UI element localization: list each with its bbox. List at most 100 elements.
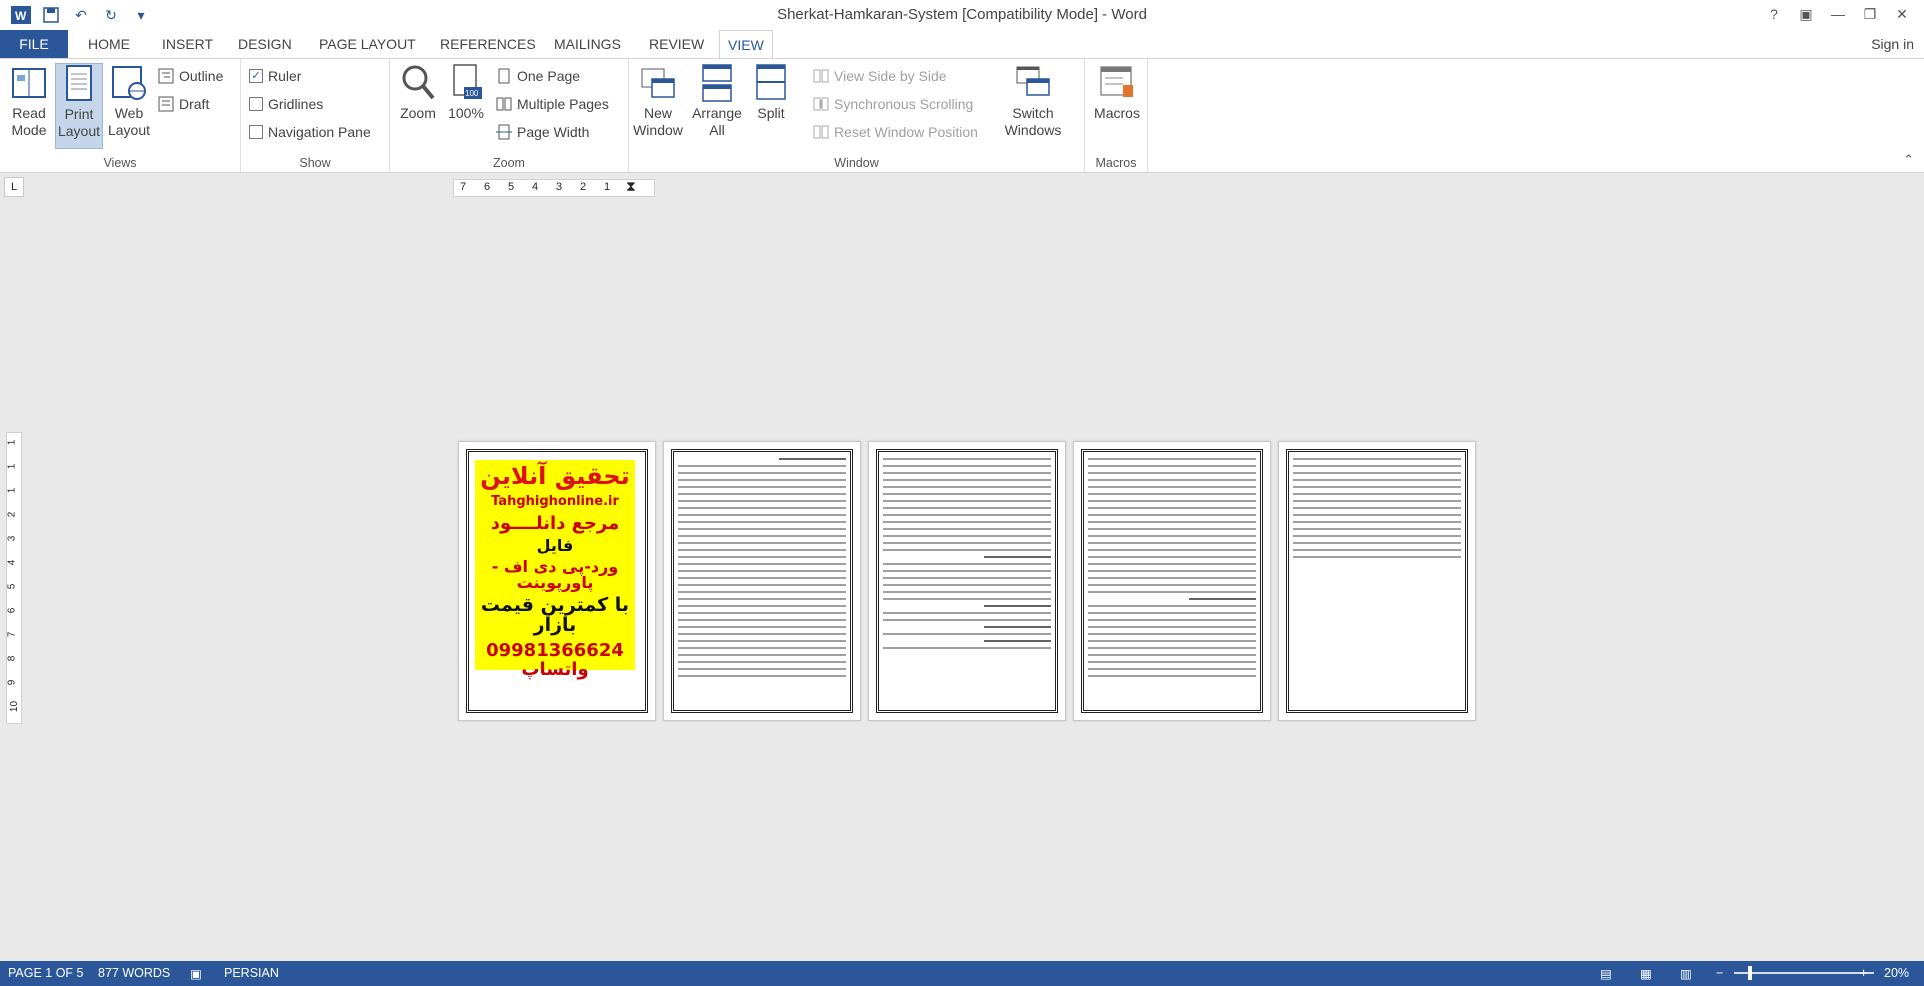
ribbon-display-icon[interactable]: ▣ bbox=[1790, 2, 1822, 26]
tab-design[interactable]: DESIGN bbox=[230, 30, 300, 58]
new-window-label: New Window bbox=[633, 105, 683, 138]
tab-selector[interactable]: L bbox=[4, 177, 24, 197]
minimize-icon[interactable]: — bbox=[1822, 2, 1854, 26]
split-icon bbox=[756, 64, 786, 100]
web-layout-label: Web Layout bbox=[107, 105, 151, 138]
split-label: Split bbox=[757, 105, 785, 121]
magnifier-icon bbox=[402, 65, 435, 100]
ruler-tick: 5 bbox=[6, 583, 18, 590]
draft-button[interactable]: Draft bbox=[158, 93, 209, 115]
outline-button[interactable]: Outline bbox=[158, 65, 223, 87]
multiple-pages-button[interactable]: Multiple Pages bbox=[496, 93, 609, 115]
navigation-pane-checkbox[interactable]: Navigation Pane bbox=[249, 121, 371, 143]
synchronous-scrolling-button[interactable]: Synchronous Scrolling bbox=[813, 93, 973, 115]
close-icon[interactable]: ✕ bbox=[1886, 2, 1918, 26]
ad-phone-text: 09981366624 واتساپ bbox=[486, 639, 624, 680]
web-layout-button[interactable]: Web Layout bbox=[104, 63, 154, 139]
tab-references[interactable]: REFERENCES bbox=[432, 30, 544, 58]
print-layout-view-icon[interactable]: ▦ bbox=[1640, 966, 1652, 981]
zoom-level[interactable]: 20% bbox=[1884, 966, 1909, 980]
document-page[interactable] bbox=[868, 441, 1066, 721]
advertisement-image: تحقیق آنلاین Tahghighonline.ir مرجع دانل… bbox=[475, 460, 635, 679]
one-page-label: One Page bbox=[517, 68, 581, 84]
one-page-button[interactable]: One Page bbox=[496, 65, 580, 87]
ruler-tick: 4 bbox=[6, 559, 18, 566]
synchronous-scrolling-label: Synchronous Scrolling bbox=[834, 96, 974, 112]
navigation-pane-label: Navigation Pane bbox=[268, 124, 371, 140]
zoom-group: Zoom 100 100% One Page Multiple Pages Pa… bbox=[390, 59, 629, 172]
sync-scroll-icon bbox=[813, 97, 829, 111]
ribbon-tabs: FILE HOME INSERT DESIGN PAGE LAYOUT REFE… bbox=[0, 30, 1924, 60]
word-count[interactable]: 877 WORDS bbox=[98, 966, 170, 980]
macros-button[interactable]: Macros bbox=[1091, 63, 1143, 122]
view-side-by-side-button[interactable]: View Side by Side bbox=[813, 65, 947, 87]
document-page[interactable] bbox=[1073, 441, 1271, 721]
document-page[interactable]: تحقیق آنلاین Tahghighonline.ir مرجع دانل… bbox=[458, 441, 656, 721]
draft-label: Draft bbox=[179, 96, 210, 112]
read-mode-icon bbox=[12, 68, 46, 98]
document-page[interactable] bbox=[1278, 441, 1476, 721]
tab-mailings[interactable]: MAILINGS bbox=[546, 30, 629, 58]
zoom-in-icon[interactable]: + bbox=[1860, 966, 1867, 980]
arrange-all-button[interactable]: Arrange All bbox=[689, 63, 745, 139]
switch-windows-button[interactable]: Switch Windows bbox=[997, 63, 1069, 139]
page-width-icon bbox=[496, 124, 512, 140]
ruler-check-icon: ✓ bbox=[249, 69, 263, 83]
zoom-slider-thumb[interactable] bbox=[1748, 966, 1752, 980]
tab-page-layout[interactable]: PAGE LAYOUT bbox=[311, 30, 424, 58]
ruler-tick: 1 bbox=[604, 181, 611, 193]
ruler-tick: 7 bbox=[460, 181, 467, 193]
document-page[interactable] bbox=[663, 441, 861, 721]
tab-view[interactable]: VIEW bbox=[719, 30, 773, 60]
tab-home[interactable]: HOME bbox=[80, 30, 138, 58]
ruler-checkbox[interactable]: ✓ Ruler bbox=[249, 65, 301, 87]
gridlines-checkbox[interactable]: Gridlines bbox=[249, 93, 323, 115]
zoom-out-icon[interactable]: − bbox=[1716, 966, 1723, 980]
web-layout-view-icon[interactable]: ▥ bbox=[1680, 966, 1692, 981]
outline-icon bbox=[158, 68, 174, 84]
read-mode-button[interactable]: Read Mode bbox=[6, 63, 52, 139]
zoom-100-button[interactable]: 100 100% bbox=[444, 63, 488, 122]
page-width-button[interactable]: Page Width bbox=[496, 121, 589, 143]
print-layout-button[interactable]: Print Layout bbox=[55, 63, 103, 149]
ruler-tick: 4 bbox=[532, 181, 539, 193]
page-count[interactable]: PAGE 1 OF 5 bbox=[8, 966, 84, 980]
indent-marker-icon[interactable]: ⧗ bbox=[626, 178, 636, 195]
reset-window-position-button[interactable]: Reset Window Position bbox=[813, 121, 978, 143]
svg-text:100: 100 bbox=[465, 89, 479, 98]
restore-icon[interactable]: ❐ bbox=[1854, 2, 1886, 26]
views-group: Read Mode Print Layout Web Layout Outlin… bbox=[0, 59, 241, 172]
ruler-label: Ruler bbox=[268, 68, 302, 84]
page-text-lines bbox=[1088, 458, 1256, 682]
macros-group: Macros Macros bbox=[1085, 59, 1148, 172]
read-mode-view-icon[interactable]: ▤ bbox=[1600, 966, 1612, 981]
language-indicator[interactable]: PERSIAN bbox=[224, 966, 279, 980]
proofing-icon[interactable]: ▣ bbox=[190, 966, 202, 981]
ruler-tick: 5 bbox=[508, 181, 515, 193]
hundred-percent-icon: 100 bbox=[453, 64, 482, 99]
horizontal-ruler[interactable]: 7 6 5 4 3 2 1 ⧗ bbox=[453, 178, 655, 197]
ruler-tick: 8 bbox=[6, 655, 18, 662]
macros-label: Macros bbox=[1094, 105, 1140, 121]
show-group: ✓ Ruler Gridlines Navigation Pane Show bbox=[241, 59, 390, 172]
ribbon: Read Mode Print Layout Web Layout Outlin… bbox=[0, 58, 1924, 173]
zoom-100-label: 100% bbox=[448, 105, 484, 121]
vertical-ruler[interactable]: 1 1 1 2 3 4 5 6 7 8 9 10 bbox=[6, 432, 22, 724]
one-page-icon bbox=[498, 68, 510, 84]
read-mode-label: Read Mode bbox=[11, 105, 47, 138]
tab-file[interactable]: FILE bbox=[0, 30, 68, 58]
zoom-slider[interactable] bbox=[1734, 972, 1874, 974]
split-button[interactable]: Split bbox=[751, 63, 791, 122]
ad-headline: تحقیق آنلاین bbox=[480, 462, 630, 490]
ad-download-text: مرجع دانلــــود bbox=[490, 512, 620, 534]
sign-in-link[interactable]: Sign in bbox=[1871, 30, 1914, 58]
zoom-group-label: Zoom bbox=[493, 156, 525, 170]
zoom-button[interactable]: Zoom bbox=[396, 63, 440, 122]
collapse-ribbon-icon[interactable]: ⌃ bbox=[1903, 152, 1914, 168]
tab-review[interactable]: REVIEW bbox=[641, 30, 712, 58]
tab-insert[interactable]: INSERT bbox=[154, 30, 221, 58]
help-icon[interactable]: ? bbox=[1758, 2, 1790, 26]
print-layout-label: Print Layout bbox=[57, 106, 101, 139]
new-window-button[interactable]: New Window bbox=[633, 63, 683, 139]
multiple-pages-icon bbox=[496, 97, 512, 111]
